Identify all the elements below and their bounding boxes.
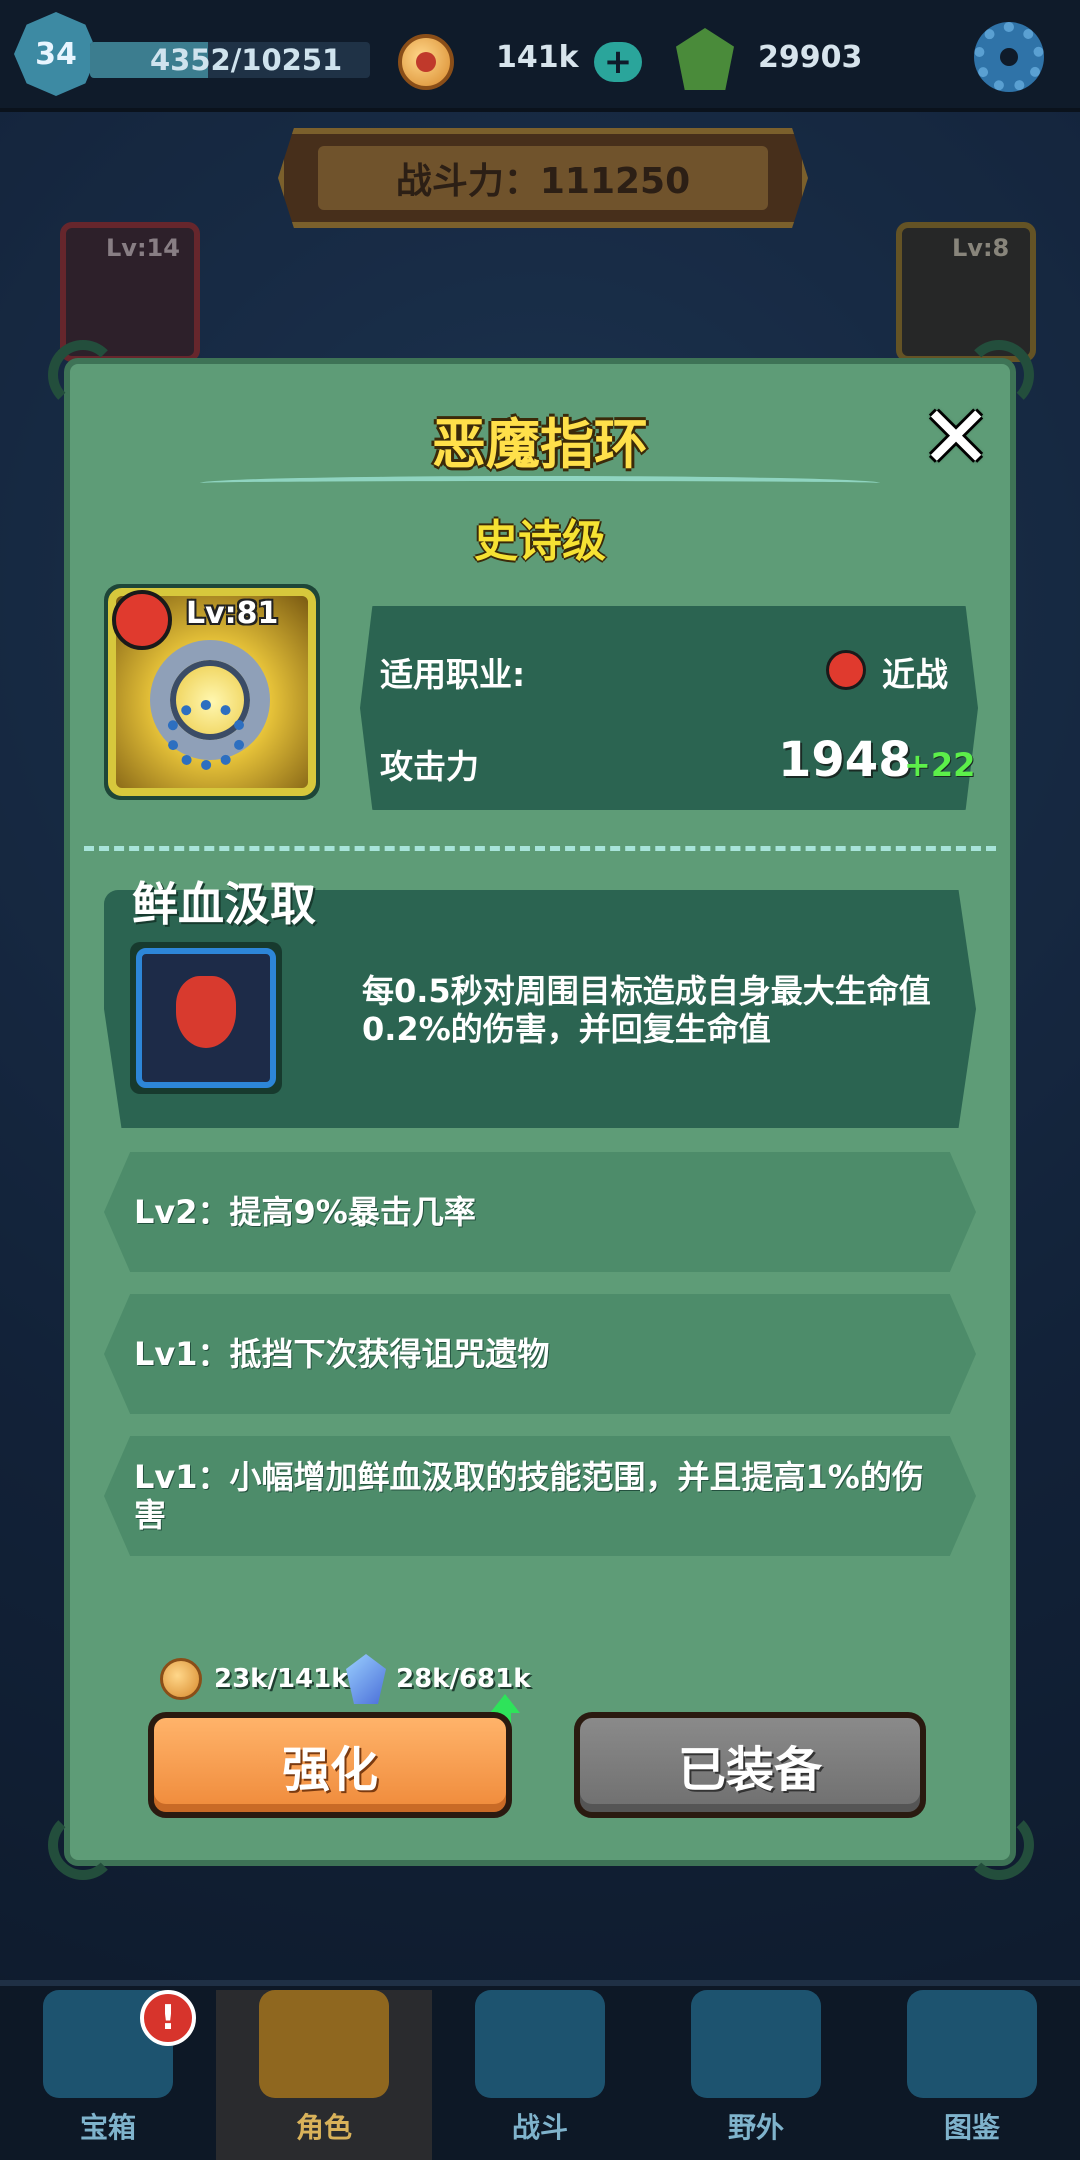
crystal-cost: 28k/681k: [396, 1664, 531, 1694]
perk-text: Lv1：小幅增加鲜血汲取的技能范围，并且提高1%的伤害: [134, 1458, 924, 1534]
chest-alert-badge: !: [140, 1990, 196, 2046]
section-divider: [84, 846, 996, 851]
helmet-icon: [259, 1990, 389, 2098]
fist-icon: [112, 590, 172, 650]
nav-label-field: 野外: [727, 2111, 784, 2144]
close-button[interactable]: ✕: [916, 388, 996, 488]
castle-icon: [691, 1990, 821, 2098]
blood-spider-icon: [176, 976, 236, 1048]
nav-tab-character[interactable]: 角色: [216, 1990, 432, 2160]
crossed-swords-icon: [475, 1990, 605, 2098]
attack-value: 1948: [778, 732, 912, 788]
player-level-badge[interactable]: 34: [14, 12, 98, 96]
attack-label: 攻击力: [380, 747, 479, 786]
item-title: 恶魔指环: [432, 413, 648, 476]
perk-text: Lv1：抵挡下次获得诅咒遗物: [134, 1335, 550, 1373]
perk-text: Lv2：提高9%暴击几率: [134, 1193, 476, 1231]
perk-row: Lv2：提高9%暴击几率: [104, 1152, 976, 1272]
melee-fist-icon: [826, 650, 866, 690]
nav-label-character: 角色: [295, 2111, 352, 2144]
book-icon: [907, 1990, 1037, 2098]
add-coins-button[interactable]: +: [594, 42, 642, 82]
gem-count: 29903: [758, 40, 863, 75]
settings-gear-icon[interactable]: [974, 22, 1044, 92]
class-value: 近战: [882, 655, 948, 694]
ring-gear-detail: [166, 700, 246, 770]
perk-row: Lv1：小幅增加鲜血汲取的技能范围，并且提高1%的伤害: [104, 1436, 976, 1556]
perk-row: Lv1：抵挡下次获得诅咒遗物: [104, 1294, 976, 1414]
corner-ornament: [964, 1810, 1034, 1880]
skill-description: 每0.5秒对周围目标造成自身最大生命值0.2%的伤害，并回复生命值: [362, 972, 931, 1048]
corner-ornament: [48, 1810, 118, 1880]
nav-label-chest: 宝箱: [79, 2111, 136, 2144]
nav-tab-battle[interactable]: 战斗: [432, 1990, 648, 2160]
equipped-button[interactable]: 已装备: [574, 1712, 926, 1818]
xp-text: 4352/10251: [150, 43, 343, 77]
coin-icon: [160, 1658, 202, 1700]
item-level: Lv:81: [186, 596, 279, 631]
coin-cost: 23k/141k: [214, 1664, 349, 1694]
attack-bonus: +22: [904, 746, 976, 784]
title-flourish: [200, 476, 880, 490]
nav-label-battle: 战斗: [511, 2111, 568, 2144]
nav-tab-field[interactable]: 野外: [648, 1990, 864, 2160]
item-rarity: 史诗级: [474, 516, 606, 567]
upgrade-button[interactable]: 强化: [148, 1712, 512, 1818]
coin-count: 141k: [496, 40, 579, 75]
coin-icon: [398, 34, 454, 90]
skill-name: 鲜血汲取: [132, 877, 316, 931]
class-label: 适用职业:: [380, 655, 526, 694]
nav-tab-codex[interactable]: 图鉴: [864, 1990, 1080, 2160]
nav-label-codex: 图鉴: [943, 2111, 1000, 2144]
